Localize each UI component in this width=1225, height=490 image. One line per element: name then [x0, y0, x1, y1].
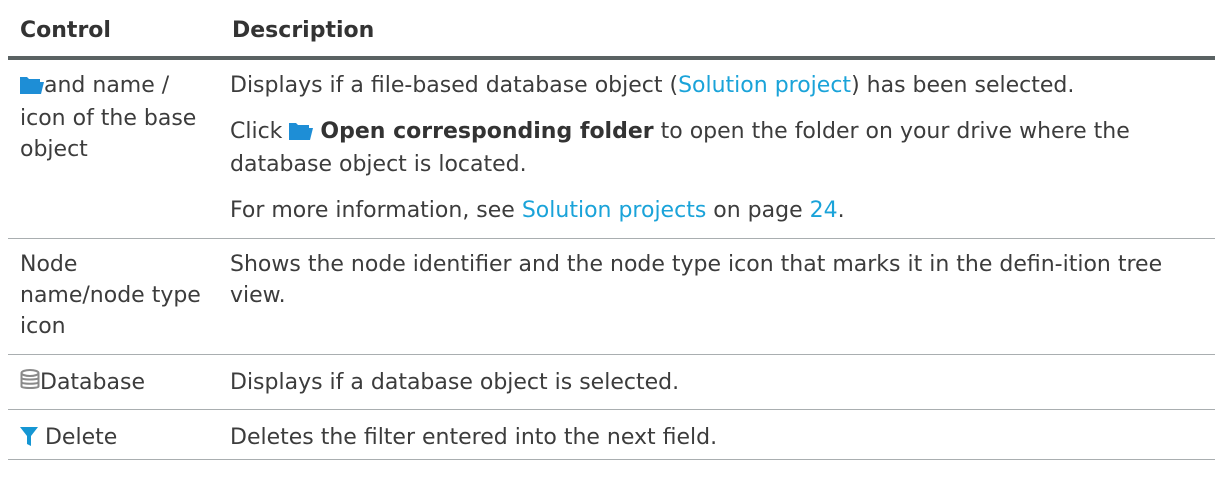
table-row-delete: Delete Deletes the filter entered into t… [8, 409, 1215, 460]
description-text: Displays if a file-based database object… [230, 73, 679, 98]
control-cell: Database [8, 354, 220, 410]
control-label: Database [40, 370, 145, 395]
control-cell: Delete [8, 409, 220, 460]
description-cell: Displays if a database object is selecte… [220, 354, 1215, 410]
description-text: on page [706, 198, 810, 223]
filter-icon[interactable] [20, 424, 38, 455]
description-paragraph: Click Open corresponding folder to open … [230, 116, 1203, 180]
description-text: Displays if a database object is selecte… [230, 370, 680, 395]
description-paragraph: Displays if a file-based database object… [230, 70, 1203, 101]
table-row-base-object: and name / icon of the base object Displ… [8, 58, 1215, 239]
control-label: Delete [38, 425, 118, 450]
description-text: Deletes the filter entered into the next… [230, 425, 718, 450]
open-folder-command: Open corresponding folder [320, 119, 654, 144]
table-row-node-name: Node name/node type icon Shows the node … [8, 238, 1215, 355]
solution-projects-link[interactable]: Solution projects [522, 198, 706, 223]
description-cell: Shows the node identifier and the node t… [220, 238, 1215, 355]
control-label: Node name/node type icon [20, 252, 201, 339]
folder-icon [20, 72, 44, 103]
database-icon [20, 369, 40, 400]
control-cell: and name / icon of the base object [8, 58, 220, 239]
description-text: ) has been selected. [851, 73, 1075, 98]
description-text: Shows the node identifier and the node t… [230, 252, 1163, 308]
solution-project-link[interactable]: Solution project [678, 73, 851, 98]
controls-table: Control Description and name / icon of t… [8, 0, 1215, 460]
control-label: and name / icon of the base object [20, 73, 197, 162]
header-control: Control [8, 0, 220, 60]
table-row-database: Database Displays if a database object i… [8, 354, 1215, 410]
description-text: Click [230, 119, 290, 144]
control-cell: Node name/node type icon [8, 238, 220, 355]
description-text: For more information, see [230, 198, 522, 223]
description-cell: Displays if a file-based database object… [220, 58, 1215, 239]
header-row: Control Description [8, 0, 1215, 60]
folder-icon [289, 118, 314, 149]
page-link[interactable]: 24 [810, 198, 838, 223]
header-description: Description [220, 0, 1215, 60]
description-paragraph: For more information, see Solution proje… [230, 195, 1203, 226]
description-cell: Deletes the filter entered into the next… [220, 409, 1215, 460]
description-text: . [837, 198, 845, 223]
